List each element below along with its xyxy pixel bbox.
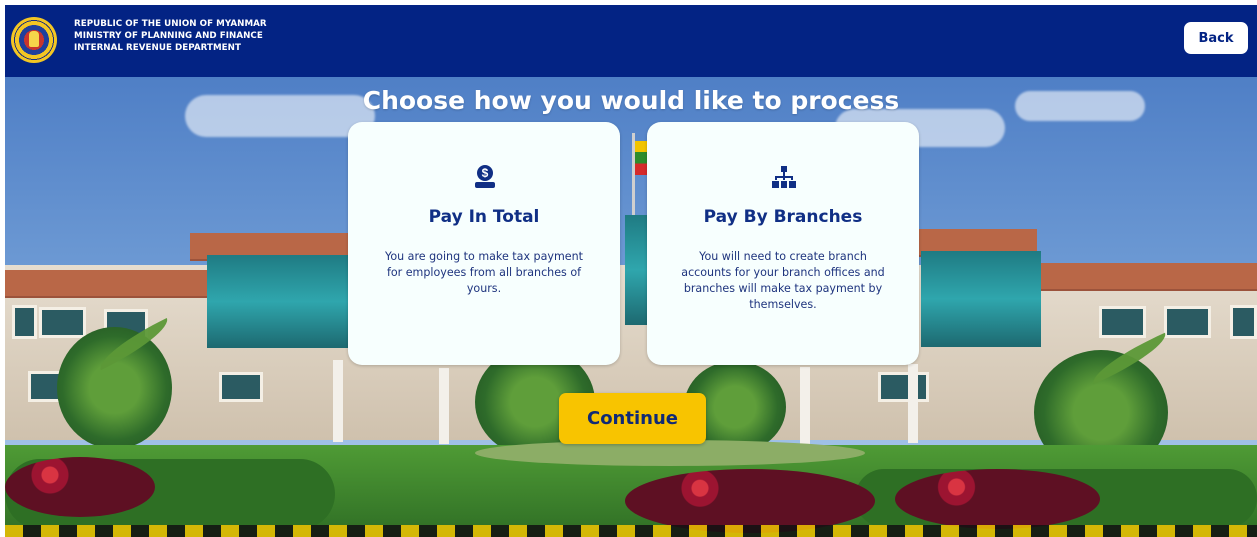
card-title: Pay In Total [428,207,540,227]
flower-bed [5,457,155,517]
emblem-center-icon [29,31,39,47]
svg-text:$: $ [482,166,489,180]
card-title: Pay By Branches [703,207,863,227]
top-header: REPUBLIC OF THE UNION OF MYANMAR MINISTR… [5,5,1257,77]
page-title: Choose how you would like to process [362,86,900,115]
window [219,372,263,402]
window [39,307,86,338]
pay-in-total-card[interactable]: $ Pay In Total You are going to make tax… [348,122,620,365]
app-frame: REPUBLIC OF THE UNION OF MYANMAR MINISTR… [5,5,1257,537]
flower-bed [895,469,1100,529]
department-title: INTERNAL REVENUE DEPARTMENT [74,43,241,54]
department-name: REPUBLIC OF THE UNION OF MYANMAR MINISTR… [74,18,267,55]
roof-right [1041,263,1257,289]
window [1164,306,1211,338]
window [1230,305,1257,339]
money-bag-icon: $ [475,165,495,188]
branches-icon [772,166,796,188]
ministry-name: MINISTRY OF PLANNING AND FINANCE [74,31,263,42]
glass-facade-left [207,255,353,348]
pillar [800,367,810,445]
kerb [5,525,1257,537]
card-description: You are going to make tax payment for em… [385,250,583,295]
pillar [333,360,343,442]
pillar [439,368,449,444]
window [878,372,929,402]
back-button[interactable]: Back [1184,22,1248,54]
continue-button[interactable]: Continue [559,393,706,444]
pay-by-branches-card[interactable]: Pay By Branches You will need to create … [647,122,919,365]
tree-left [57,327,172,449]
country-name: REPUBLIC OF THE UNION OF MYANMAR [74,19,267,29]
roof-left [5,270,210,296]
card-description: You will need to create branch accounts … [681,250,885,311]
pillar [908,364,918,443]
flower-bed [625,469,875,533]
government-emblem-icon [11,17,57,63]
background-image [5,77,1257,537]
window [12,305,37,339]
window [1099,306,1146,338]
glass-facade-right [921,251,1041,347]
